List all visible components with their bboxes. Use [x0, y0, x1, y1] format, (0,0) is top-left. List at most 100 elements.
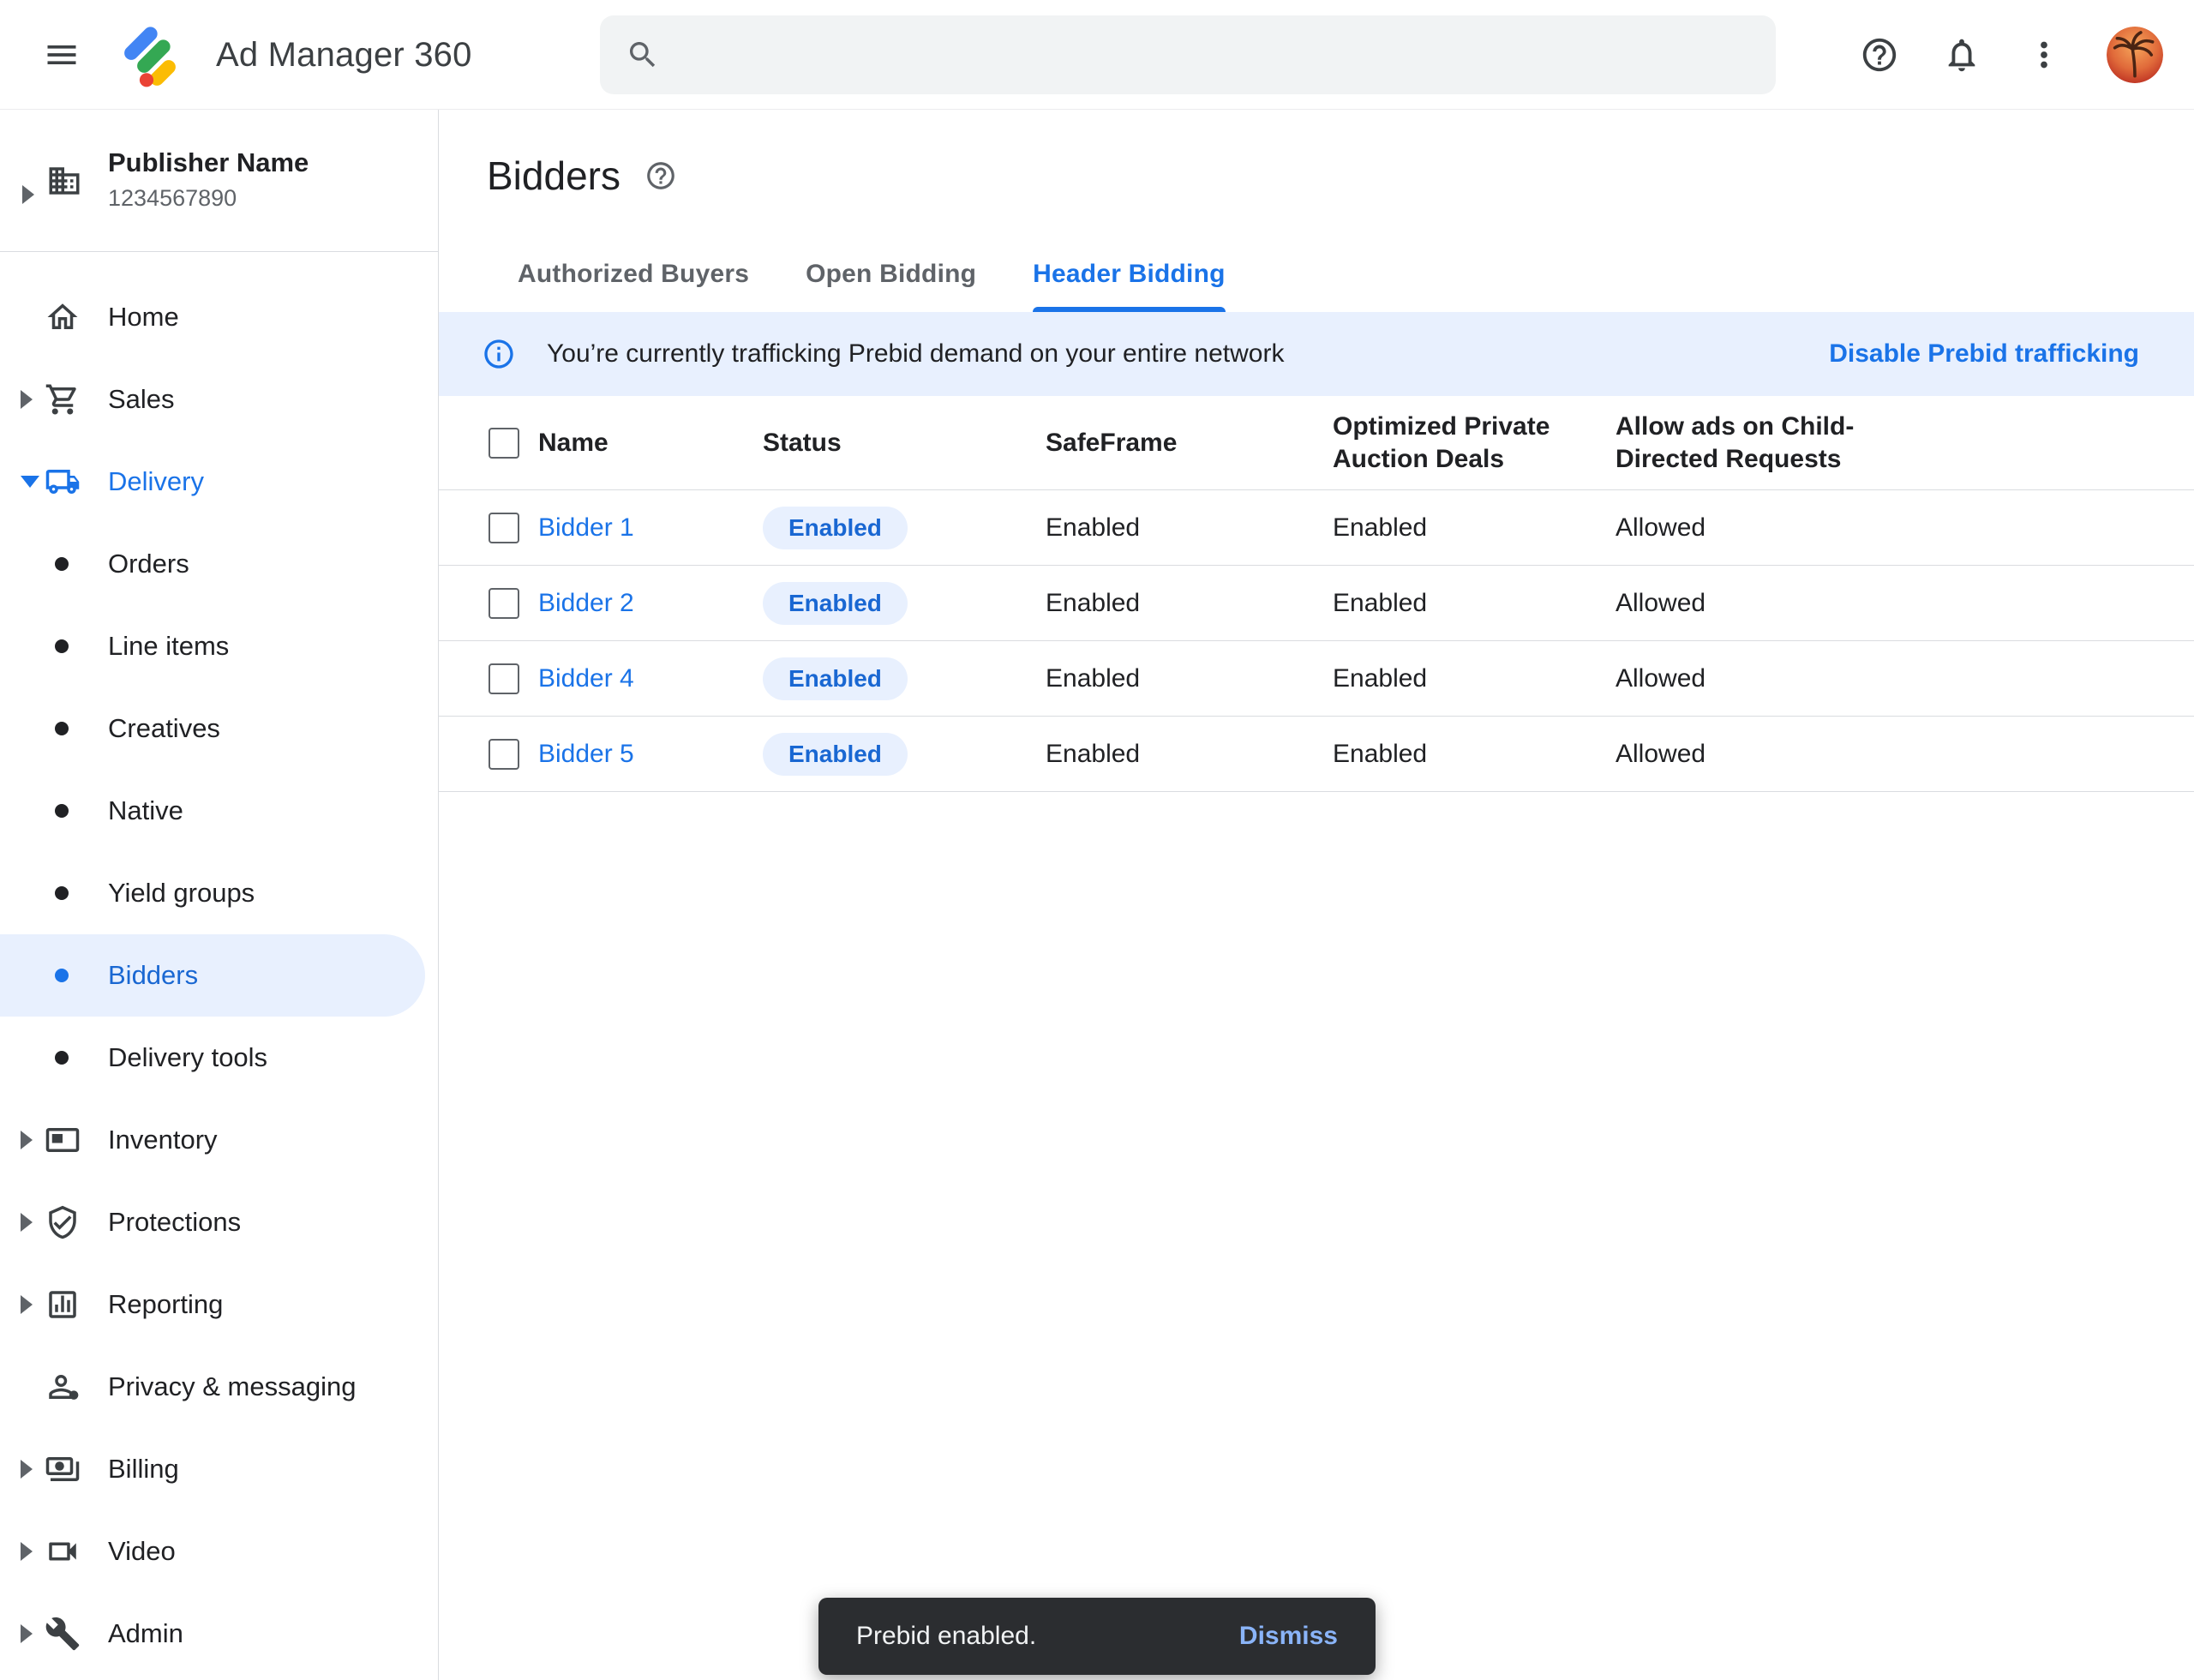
sidebar-item-inventory[interactable]: Inventory: [0, 1099, 438, 1181]
page-help-button[interactable]: [644, 159, 677, 192]
row-checkbox[interactable]: [489, 663, 519, 694]
avatar[interactable]: [2107, 27, 2163, 83]
status-badge: Enabled: [763, 733, 908, 776]
main-content: Bidders Authorized Buyers Open Bidding H…: [439, 110, 2194, 1680]
person-icon: [45, 1369, 81, 1405]
bidder-link[interactable]: Bidder 4: [538, 664, 634, 693]
sidebar-item-video[interactable]: Video: [0, 1510, 438, 1593]
sidebar-item-bidders[interactable]: Bidders: [0, 934, 425, 1017]
sidebar: Publisher Name 1234567890 Home Sales: [0, 110, 439, 1680]
sidebar-item-label: Delivery: [108, 466, 204, 497]
disable-prebid-trafficking-link[interactable]: Disable Prebid trafficking: [1829, 339, 2139, 369]
table-row: Bidder 5 Enabled Enabled Enabled Allowed: [439, 717, 2194, 792]
safeframe-value: Enabled: [1046, 664, 1140, 693]
child-directed-value: Allowed: [1616, 513, 1705, 542]
optimized-deals-value: Enabled: [1333, 740, 1427, 768]
column-header-optimized-private-auction-deals: Optimized Private Auction Deals: [1333, 411, 1590, 476]
bullet-icon: [55, 639, 69, 653]
building-icon: [46, 163, 82, 203]
help-icon: [1860, 35, 1899, 75]
row-checkbox[interactable]: [489, 739, 519, 770]
bullet-icon: [55, 969, 69, 982]
bullet-icon: [55, 557, 69, 571]
sidebar-item-creatives[interactable]: Creatives: [0, 687, 438, 770]
bidder-link[interactable]: Bidder 2: [538, 589, 634, 617]
dismiss-button[interactable]: Dismiss: [1239, 1622, 1338, 1651]
sidebar-nav: Home Sales Delivery Orders: [0, 252, 438, 1675]
sidebar-item-protections[interactable]: Protections: [0, 1181, 438, 1263]
top-app-bar: Ad Manager 360: [0, 0, 2194, 110]
inventory-icon: [45, 1122, 81, 1158]
bullet-icon: [55, 804, 69, 818]
sidebar-item-orders[interactable]: Orders: [0, 523, 438, 605]
row-checkbox[interactable]: [489, 588, 519, 619]
help-button[interactable]: [1860, 35, 1899, 75]
chevron-right-icon: [21, 1542, 33, 1561]
app-name: Ad Manager 360: [216, 0, 472, 110]
more-options-button[interactable]: [2024, 35, 2064, 75]
optimized-deals-value: Enabled: [1333, 664, 1427, 693]
sidebar-item-delivery-tools[interactable]: Delivery tools: [0, 1017, 438, 1099]
prebid-info-banner: You’re currently trafficking Prebid dema…: [439, 312, 2194, 396]
tab-open-bidding[interactable]: Open Bidding: [806, 259, 976, 312]
more-vert-icon: [2024, 35, 2064, 75]
column-header-status: Status: [763, 429, 842, 457]
snackbar-message: Prebid enabled.: [856, 1622, 1036, 1651]
chevron-right-icon: [21, 1460, 33, 1479]
sidebar-item-label: Bidders: [108, 960, 198, 991]
sidebar-item-privacy-messaging[interactable]: Privacy & messaging: [0, 1346, 438, 1428]
avatar-palm-icon: [2107, 27, 2163, 83]
banner-text: You’re currently trafficking Prebid dema…: [547, 339, 1284, 369]
table-row: Bidder 4 Enabled Enabled Enabled Allowed: [439, 641, 2194, 717]
chevron-right-icon: [22, 185, 34, 204]
hamburger-icon: [43, 36, 81, 74]
page-title-row: Bidders: [439, 110, 2194, 199]
sidebar-item-delivery[interactable]: Delivery: [0, 441, 438, 523]
sidebar-item-label: Protections: [108, 1207, 241, 1238]
chevron-right-icon: [21, 390, 33, 409]
bullet-icon: [55, 722, 69, 735]
publisher-id: 1234567890: [108, 185, 309, 212]
home-icon: [45, 299, 81, 335]
safeframe-value: Enabled: [1046, 513, 1140, 542]
tab-authorized-buyers[interactable]: Authorized Buyers: [518, 259, 749, 312]
sidebar-item-label: Orders: [108, 549, 189, 579]
search-icon: [626, 38, 660, 72]
sidebar-item-yield-groups[interactable]: Yield groups: [0, 852, 438, 934]
bullet-icon: [55, 886, 69, 900]
sidebar-item-home[interactable]: Home: [0, 276, 438, 358]
sidebar-item-sales[interactable]: Sales: [0, 358, 438, 441]
truck-icon: [45, 464, 81, 500]
bell-icon: [1942, 35, 1981, 75]
bidder-link[interactable]: Bidder 5: [538, 740, 634, 768]
bidder-link[interactable]: Bidder 1: [538, 513, 634, 542]
tab-bar: Authorized Buyers Open Bidding Header Bi…: [518, 259, 2194, 312]
payments-icon: [45, 1451, 81, 1487]
optimized-deals-value: Enabled: [1333, 513, 1427, 542]
sidebar-item-reporting[interactable]: Reporting: [0, 1263, 438, 1346]
chevron-down-icon: [21, 476, 39, 488]
sidebar-item-line-items[interactable]: Line items: [0, 605, 438, 687]
menu-button[interactable]: [43, 0, 81, 110]
publisher-switcher[interactable]: Publisher Name 1234567890: [0, 110, 438, 252]
sidebar-item-billing[interactable]: Billing: [0, 1428, 438, 1510]
status-badge: Enabled: [763, 582, 908, 625]
row-checkbox[interactable]: [489, 513, 519, 543]
search-input[interactable]: [682, 40, 1750, 69]
shield-icon: [45, 1204, 81, 1240]
snackbar: Prebid enabled. Dismiss: [818, 1598, 1376, 1675]
publisher-info: Publisher Name 1234567890: [108, 147, 309, 212]
ad-manager-logo-icon: [123, 23, 187, 87]
column-header-safeframe: SafeFrame: [1046, 429, 1177, 457]
status-badge: Enabled: [763, 657, 908, 700]
tab-header-bidding[interactable]: Header Bidding: [1033, 259, 1226, 312]
sidebar-item-label: Home: [108, 302, 179, 333]
sidebar-item-native[interactable]: Native: [0, 770, 438, 852]
notifications-button[interactable]: [1942, 35, 1981, 75]
table-row: Bidder 1 Enabled Enabled Enabled Allowed: [439, 490, 2194, 566]
sidebar-item-admin[interactable]: Admin: [0, 1593, 438, 1675]
sidebar-item-label: Video: [108, 1536, 176, 1567]
video-camera-icon: [45, 1533, 81, 1569]
child-directed-value: Allowed: [1616, 664, 1705, 693]
select-all-checkbox[interactable]: [489, 428, 519, 459]
